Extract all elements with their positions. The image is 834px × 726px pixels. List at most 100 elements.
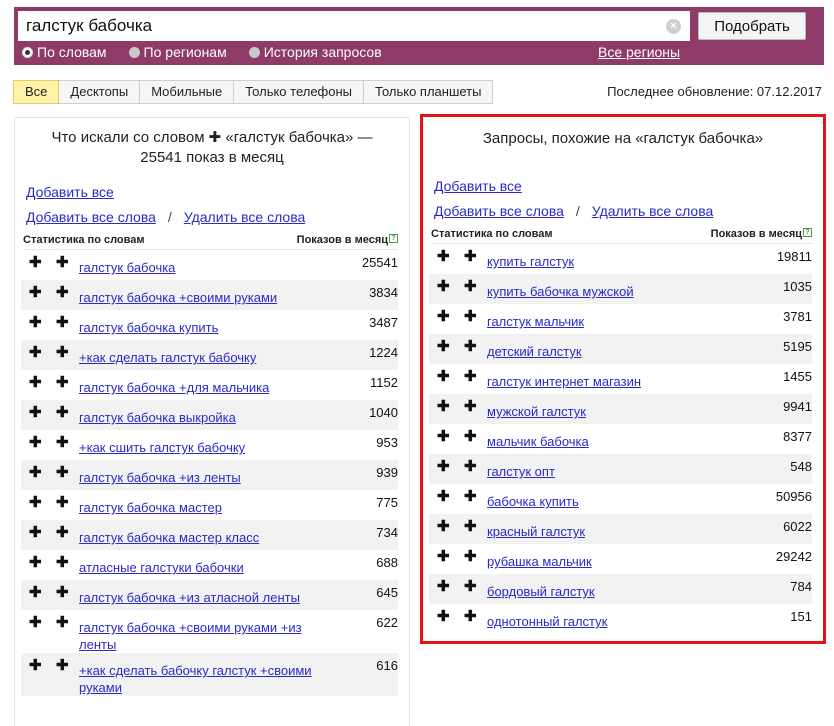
mode-history[interactable]: История запросов bbox=[248, 44, 382, 60]
plus-icon[interactable]: ✚ bbox=[464, 459, 477, 474]
plus-icon[interactable]: ✚ bbox=[29, 345, 42, 360]
plus-icon[interactable]: ✚ bbox=[56, 405, 69, 420]
add-all-words-link[interactable]: Добавить все слова bbox=[434, 203, 564, 219]
query-link[interactable]: галстук бабочка bbox=[79, 260, 175, 275]
tab-all[interactable]: Все bbox=[13, 80, 60, 104]
plus-icon[interactable]: ✚ bbox=[464, 579, 477, 594]
plus-icon[interactable]: ✚ bbox=[437, 309, 450, 324]
plus-icon[interactable]: ✚ bbox=[29, 435, 42, 450]
plus-icon[interactable]: ✚ bbox=[437, 519, 450, 534]
radio-icon[interactable] bbox=[128, 46, 140, 58]
query-link[interactable]: детский галстук bbox=[487, 344, 582, 359]
query-link[interactable]: галстук бабочка +из атласной ленты bbox=[79, 590, 300, 605]
plus-icon[interactable]: ✚ bbox=[437, 339, 450, 354]
plus-icon[interactable]: ✚ bbox=[464, 309, 477, 324]
radio-icon[interactable] bbox=[248, 46, 260, 58]
plus-icon[interactable]: ✚ bbox=[29, 555, 42, 570]
query-link[interactable]: купить бабочка мужской bbox=[487, 284, 634, 299]
plus-icon[interactable]: ✚ bbox=[29, 315, 42, 330]
query-link[interactable]: галстук бабочка +для мальчика bbox=[79, 380, 269, 395]
tab-desktops[interactable]: Десктопы bbox=[59, 80, 141, 104]
tab-mobile[interactable]: Мобильные bbox=[140, 80, 235, 104]
plus-icon[interactable]: ✚ bbox=[56, 255, 69, 270]
plus-icon[interactable]: ✚ bbox=[464, 429, 477, 444]
plus-icon[interactable]: ✚ bbox=[437, 609, 450, 624]
plus-icon[interactable]: ✚ bbox=[437, 459, 450, 474]
query-link[interactable]: бордовый галстук bbox=[487, 584, 595, 599]
plus-icon[interactable]: ✚ bbox=[56, 585, 69, 600]
plus-icon[interactable]: ✚ bbox=[437, 249, 450, 264]
query-link[interactable]: галстук бабочка мастер класс bbox=[79, 530, 259, 545]
plus-icon[interactable]: ✚ bbox=[437, 489, 450, 504]
plus-icon[interactable]: ✚ bbox=[464, 339, 477, 354]
tab-tablets-only[interactable]: Только планшеты bbox=[364, 80, 494, 104]
plus-icon[interactable]: ✚ bbox=[437, 279, 450, 294]
query-link[interactable]: галстук мальчик bbox=[487, 314, 584, 329]
query-link[interactable]: купить галстук bbox=[487, 254, 574, 269]
plus-icon[interactable]: ✚ bbox=[29, 465, 42, 480]
help-icon[interactable]: ? bbox=[389, 234, 398, 243]
query-link[interactable]: галстук бабочка +своими руками +из ленты bbox=[79, 620, 302, 652]
remove-all-words-link[interactable]: Удалить все слова bbox=[184, 209, 305, 225]
plus-icon[interactable]: ✚ bbox=[56, 375, 69, 390]
query-link[interactable]: однотонный галстук bbox=[487, 614, 607, 629]
plus-icon[interactable]: ✚ bbox=[29, 285, 42, 300]
plus-icon[interactable]: ✚ bbox=[29, 525, 42, 540]
plus-icon[interactable]: ✚ bbox=[29, 255, 42, 270]
plus-icon[interactable]: ✚ bbox=[56, 465, 69, 480]
add-all-words-link[interactable]: Добавить все слова bbox=[26, 209, 156, 225]
plus-icon[interactable]: ✚ bbox=[464, 279, 477, 294]
help-icon[interactable]: ? bbox=[803, 228, 812, 237]
plus-icon[interactable]: ✚ bbox=[56, 285, 69, 300]
query-link[interactable]: атласные галстуки бабочки bbox=[79, 560, 244, 575]
plus-icon[interactable]: ✚ bbox=[464, 369, 477, 384]
query-link[interactable]: красный галстук bbox=[487, 524, 585, 539]
submit-button[interactable]: Подобрать bbox=[698, 12, 806, 40]
plus-icon[interactable]: ✚ bbox=[56, 495, 69, 510]
plus-icon[interactable]: ✚ bbox=[56, 555, 69, 570]
plus-icon[interactable]: ✚ bbox=[56, 345, 69, 360]
add-all-link[interactable]: Добавить все bbox=[26, 184, 114, 200]
plus-icon[interactable]: ✚ bbox=[56, 615, 69, 630]
query-link[interactable]: +как сшить галстук бабочку bbox=[79, 440, 245, 455]
query-link[interactable]: +как сделать бабочку галстук +своими рук… bbox=[79, 663, 312, 695]
plus-icon[interactable]: ✚ bbox=[29, 495, 42, 510]
clear-icon[interactable]: × bbox=[666, 19, 681, 34]
plus-icon[interactable]: ✚ bbox=[56, 435, 69, 450]
plus-icon[interactable]: ✚ bbox=[464, 609, 477, 624]
query-link[interactable]: мальчик бабочка bbox=[487, 434, 589, 449]
query-link[interactable]: бабочка купить bbox=[487, 494, 579, 509]
mode-by-words[interactable]: По словам bbox=[22, 44, 107, 60]
plus-icon[interactable]: ✚ bbox=[29, 585, 42, 600]
query-link[interactable]: рубашка мальчик bbox=[487, 554, 592, 569]
query-link[interactable]: галстук бабочка +своими руками bbox=[79, 290, 277, 305]
radio-icon[interactable] bbox=[22, 46, 33, 58]
plus-icon[interactable]: ✚ bbox=[29, 375, 42, 390]
mode-by-regions[interactable]: По регионам bbox=[128, 44, 227, 60]
query-link[interactable]: +как сделать галстук бабочку bbox=[79, 350, 256, 365]
plus-icon[interactable]: ✚ bbox=[56, 658, 69, 673]
all-regions-link[interactable]: Все регионы bbox=[598, 44, 680, 60]
query-link[interactable]: галстук интернет магазин bbox=[487, 374, 641, 389]
search-input[interactable] bbox=[18, 11, 690, 41]
plus-icon[interactable]: ✚ bbox=[437, 549, 450, 564]
query-link[interactable]: галстук бабочка выкройка bbox=[79, 410, 236, 425]
query-link[interactable]: галстук бабочка +из ленты bbox=[79, 470, 241, 485]
plus-icon[interactable]: ✚ bbox=[29, 405, 42, 420]
remove-all-words-link[interactable]: Удалить все слова bbox=[592, 203, 713, 219]
plus-icon[interactable]: ✚ bbox=[437, 579, 450, 594]
plus-icon[interactable]: ✚ bbox=[464, 249, 477, 264]
plus-icon[interactable]: ✚ bbox=[29, 658, 42, 673]
query-link[interactable]: галстук бабочка мастер bbox=[79, 500, 222, 515]
plus-icon[interactable]: ✚ bbox=[464, 489, 477, 504]
plus-icon[interactable]: ✚ bbox=[464, 549, 477, 564]
tab-phones-only[interactable]: Только телефоны bbox=[234, 80, 365, 104]
query-link[interactable]: галстук опт bbox=[487, 464, 555, 479]
plus-icon[interactable]: ✚ bbox=[437, 399, 450, 414]
plus-icon[interactable]: ✚ bbox=[464, 519, 477, 534]
plus-icon[interactable]: ✚ bbox=[29, 615, 42, 630]
query-link[interactable]: галстук бабочка купить bbox=[79, 320, 218, 335]
query-link[interactable]: мужской галстук bbox=[487, 404, 586, 419]
plus-icon[interactable]: ✚ bbox=[56, 525, 69, 540]
plus-icon[interactable]: ✚ bbox=[437, 369, 450, 384]
